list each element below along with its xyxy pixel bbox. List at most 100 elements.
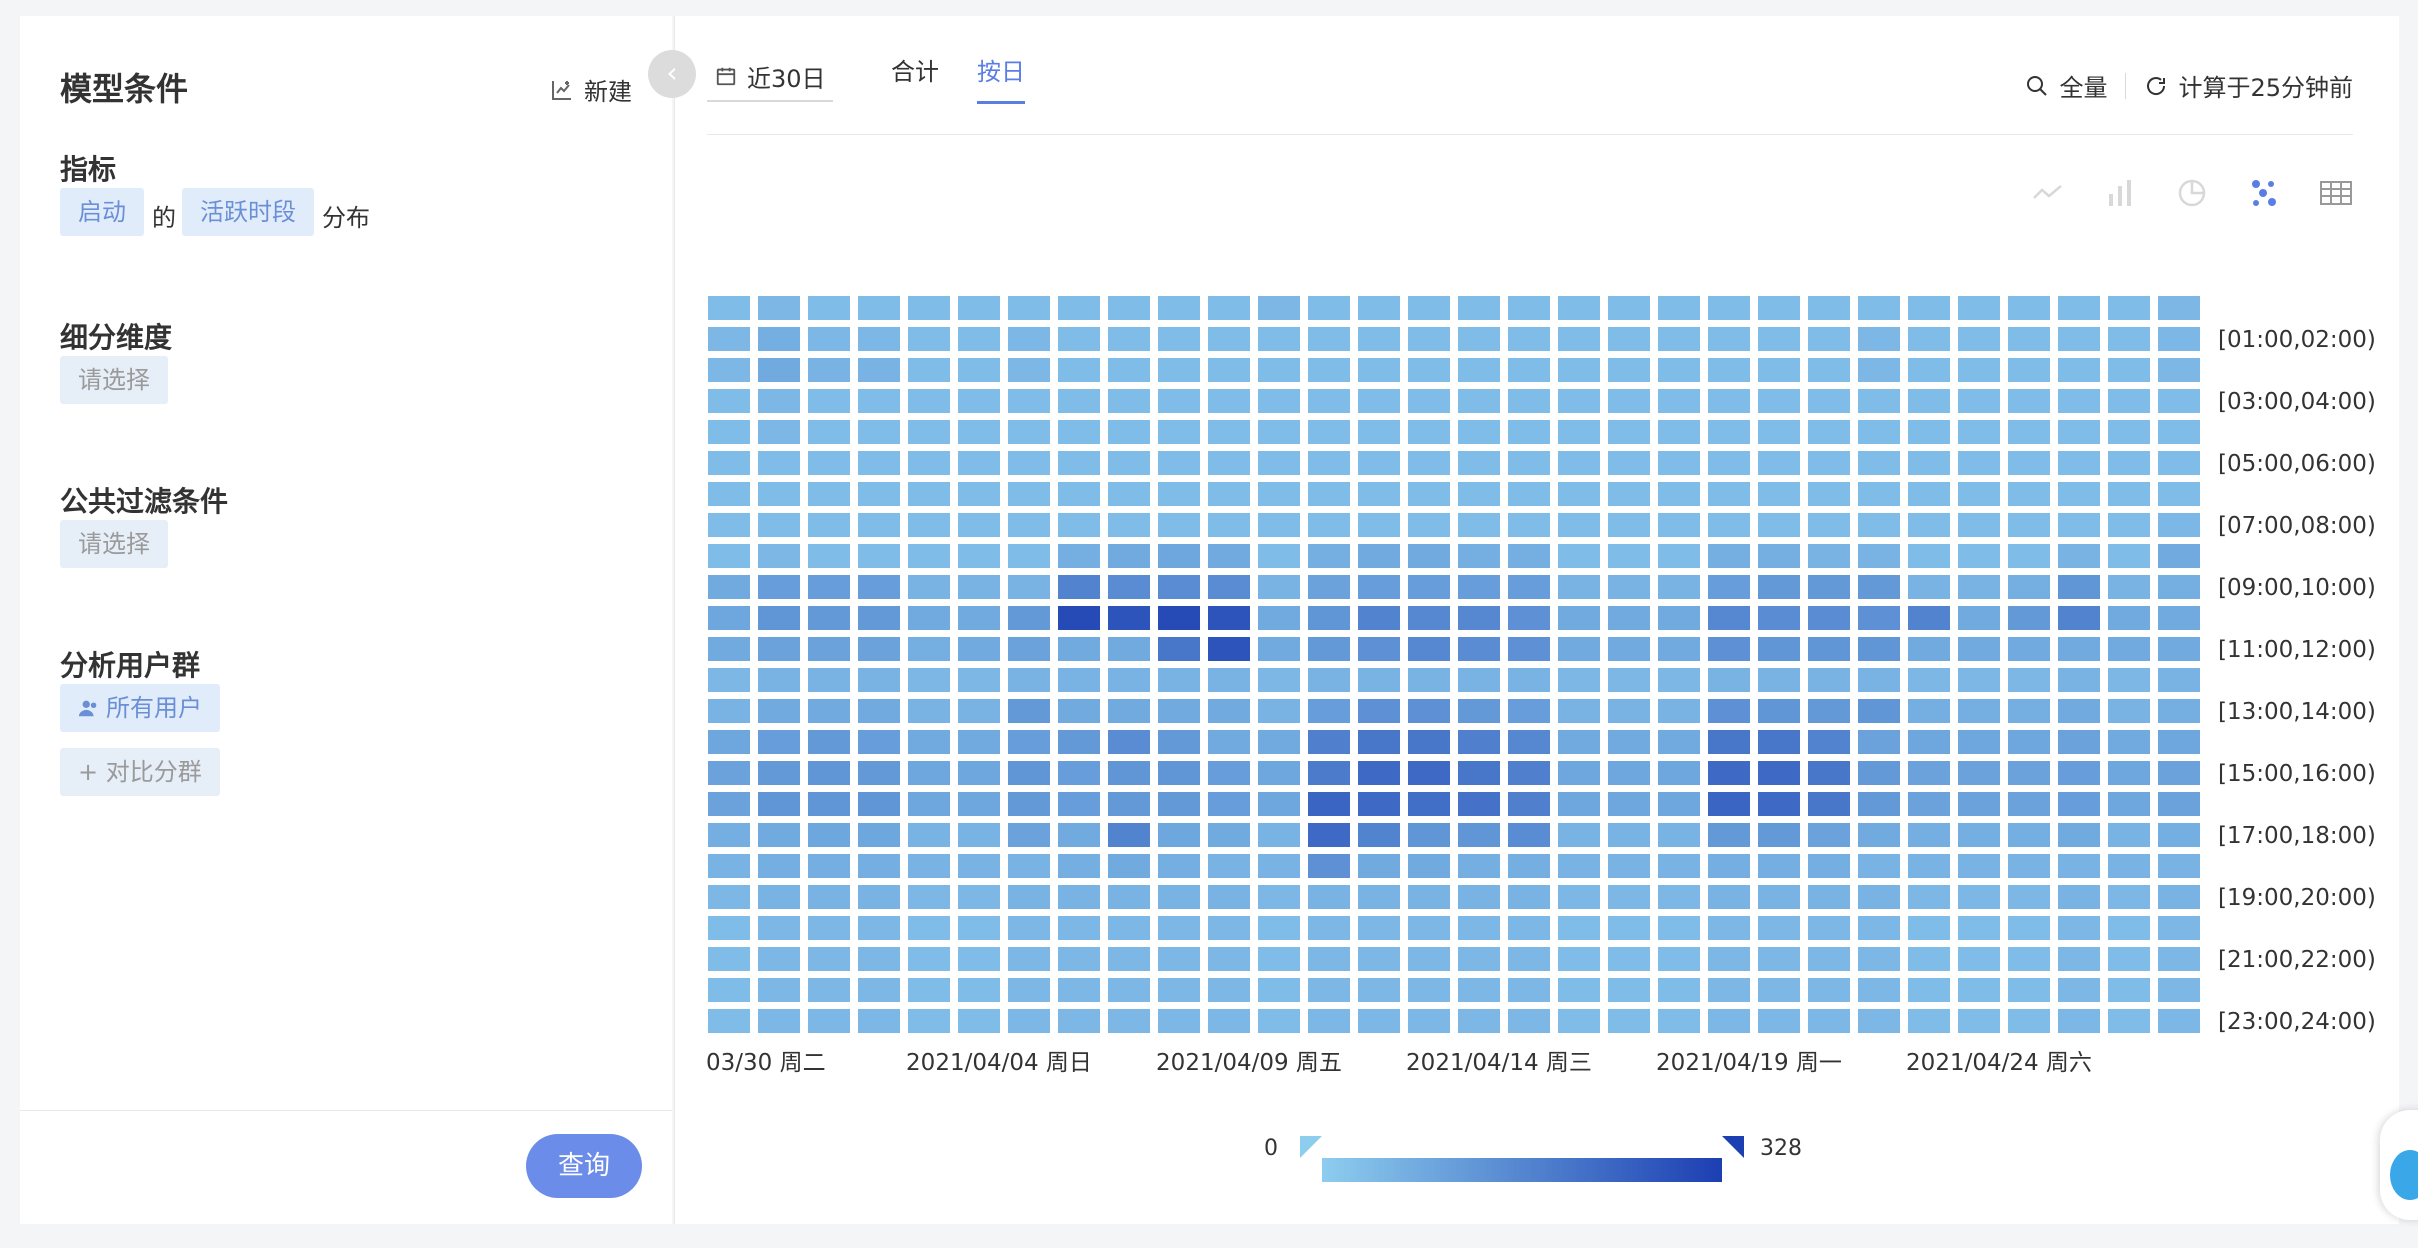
heatmap-cell[interactable] bbox=[1058, 451, 1100, 475]
heatmap-cell[interactable] bbox=[1858, 792, 1900, 816]
heatmap-cell[interactable] bbox=[1008, 544, 1050, 568]
heatmap-cell[interactable] bbox=[758, 885, 800, 909]
heatmap-cell[interactable] bbox=[2158, 513, 2200, 537]
heatmap-cell[interactable] bbox=[1508, 389, 1550, 413]
heatmap-cell[interactable] bbox=[1458, 451, 1500, 475]
heatmap-cell[interactable] bbox=[1808, 699, 1850, 723]
heatmap-cell[interactable] bbox=[808, 978, 850, 1002]
heatmap-cell[interactable] bbox=[958, 854, 1000, 878]
heatmap-cell[interactable] bbox=[808, 792, 850, 816]
heatmap-cell[interactable] bbox=[1708, 1009, 1750, 1033]
heatmap-cell[interactable] bbox=[1158, 978, 1200, 1002]
heatmap-cell[interactable] bbox=[1508, 947, 1550, 971]
heatmap-cell[interactable] bbox=[908, 327, 950, 351]
heatmap-cell[interactable] bbox=[1558, 978, 1600, 1002]
heatmap-cell[interactable] bbox=[858, 792, 900, 816]
heatmap-cell[interactable] bbox=[2158, 823, 2200, 847]
heatmap-cell[interactable] bbox=[1358, 513, 1400, 537]
heatmap-cell[interactable] bbox=[1908, 575, 1950, 599]
heatmap-cell[interactable] bbox=[1958, 761, 2000, 785]
heatmap-cell[interactable] bbox=[1758, 823, 1800, 847]
heatmap-cell[interactable] bbox=[808, 513, 850, 537]
heatmap-cell[interactable] bbox=[1308, 699, 1350, 723]
heatmap-cell[interactable] bbox=[1808, 637, 1850, 661]
heatmap-cell[interactable] bbox=[1808, 916, 1850, 940]
heatmap-cell[interactable] bbox=[758, 575, 800, 599]
heatmap-cell[interactable] bbox=[1758, 978, 1800, 1002]
heatmap-cell[interactable] bbox=[1558, 668, 1600, 692]
heatmap-cell[interactable] bbox=[2158, 296, 2200, 320]
heatmap-cell[interactable] bbox=[1658, 451, 1700, 475]
heatmap-cell[interactable] bbox=[1308, 358, 1350, 382]
heatmap-cell[interactable] bbox=[2158, 606, 2200, 630]
heatmap-cell[interactable] bbox=[1508, 544, 1550, 568]
heatmap-cell[interactable] bbox=[1958, 575, 2000, 599]
heatmap-cell[interactable] bbox=[1458, 513, 1500, 537]
heatmap-cell[interactable] bbox=[708, 823, 750, 847]
heatmap-cell[interactable] bbox=[1958, 606, 2000, 630]
heatmap-cell[interactable] bbox=[1258, 978, 1300, 1002]
heatmap-cell[interactable] bbox=[1758, 761, 1800, 785]
heatmap-cell[interactable] bbox=[1058, 327, 1100, 351]
heatmap-cell[interactable] bbox=[858, 327, 900, 351]
heatmap-cell[interactable] bbox=[2008, 854, 2050, 878]
heatmap-cell[interactable] bbox=[1658, 761, 1700, 785]
heatmap-cell[interactable] bbox=[1208, 854, 1250, 878]
heatmap-cell[interactable] bbox=[1208, 761, 1250, 785]
heatmap-cell[interactable] bbox=[708, 885, 750, 909]
heatmap-cell[interactable] bbox=[2008, 482, 2050, 506]
heatmap-cell[interactable] bbox=[1308, 668, 1350, 692]
heatmap-cell[interactable] bbox=[1308, 637, 1350, 661]
heatmap-cell[interactable] bbox=[1958, 947, 2000, 971]
heatmap-cell[interactable] bbox=[808, 451, 850, 475]
heatmap-cell[interactable] bbox=[1208, 544, 1250, 568]
heatmap-cell[interactable] bbox=[2008, 575, 2050, 599]
heatmap-cell[interactable] bbox=[908, 792, 950, 816]
heatmap-cell[interactable] bbox=[1008, 389, 1050, 413]
heatmap-cell[interactable] bbox=[1708, 947, 1750, 971]
heatmap-cell[interactable] bbox=[1508, 575, 1550, 599]
heatmap-cell[interactable] bbox=[1558, 854, 1600, 878]
heatmap-cell[interactable] bbox=[758, 947, 800, 971]
heatmap-cell[interactable] bbox=[2108, 916, 2150, 940]
heatmap-cell[interactable] bbox=[1308, 451, 1350, 475]
heatmap-cell[interactable] bbox=[1858, 885, 1900, 909]
heatmap-cell[interactable] bbox=[1058, 544, 1100, 568]
heatmap-cell[interactable] bbox=[1708, 854, 1750, 878]
heatmap-cell[interactable] bbox=[1958, 513, 2000, 537]
heatmap-cell[interactable] bbox=[1958, 358, 2000, 382]
heatmap-cell[interactable] bbox=[1508, 730, 1550, 754]
heatmap-cell[interactable] bbox=[1108, 699, 1150, 723]
heatmap-cell[interactable] bbox=[1708, 916, 1750, 940]
heatmap-cell[interactable] bbox=[858, 575, 900, 599]
heatmap-cell[interactable] bbox=[858, 420, 900, 444]
heatmap-cell[interactable] bbox=[858, 482, 900, 506]
heatmap-cell[interactable] bbox=[1608, 420, 1650, 444]
heatmap-cell[interactable] bbox=[1108, 978, 1150, 1002]
heatmap-cell[interactable] bbox=[1958, 885, 2000, 909]
heatmap-cell[interactable] bbox=[1208, 575, 1250, 599]
heatmap-cell[interactable] bbox=[1708, 482, 1750, 506]
heatmap-cell[interactable] bbox=[2158, 451, 2200, 475]
heatmap-cell[interactable] bbox=[1308, 296, 1350, 320]
heatmap-cell[interactable] bbox=[1408, 947, 1450, 971]
heatmap-cell[interactable] bbox=[1358, 792, 1400, 816]
heatmap-cell[interactable] bbox=[908, 296, 950, 320]
heatmap-cell[interactable] bbox=[1058, 730, 1100, 754]
heatmap-cell[interactable] bbox=[1558, 606, 1600, 630]
heatmap-cell[interactable] bbox=[1308, 885, 1350, 909]
heatmap-cell[interactable] bbox=[2108, 823, 2150, 847]
heatmap-cell[interactable] bbox=[2058, 296, 2100, 320]
heatmap-cell[interactable] bbox=[808, 358, 850, 382]
heatmap-cell[interactable] bbox=[1508, 451, 1550, 475]
heatmap-cell[interactable] bbox=[1158, 947, 1200, 971]
heatmap-cell[interactable] bbox=[1108, 389, 1150, 413]
heatmap-cell[interactable] bbox=[1708, 358, 1750, 382]
heatmap-cell[interactable] bbox=[1808, 358, 1850, 382]
heatmap-cell[interactable] bbox=[1958, 482, 2000, 506]
heatmap-cell[interactable] bbox=[808, 606, 850, 630]
heatmap-cell[interactable] bbox=[1258, 389, 1300, 413]
heatmap-cell[interactable] bbox=[1108, 730, 1150, 754]
heatmap-cell[interactable] bbox=[1258, 947, 1300, 971]
heatmap-cell[interactable] bbox=[1258, 513, 1300, 537]
